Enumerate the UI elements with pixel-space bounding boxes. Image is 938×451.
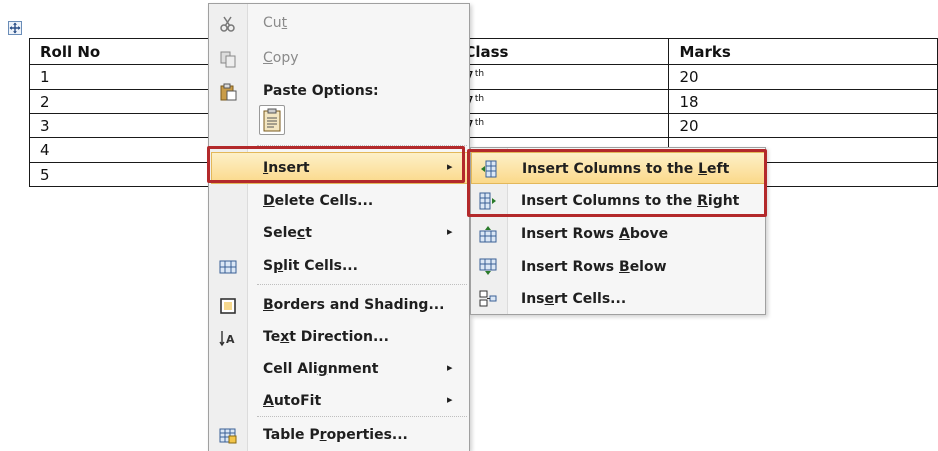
label-pre: Ins — [521, 291, 545, 307]
clipboard-icon — [263, 108, 281, 132]
label-pre: Cu — [263, 15, 282, 31]
label-pre: Insert Rows — [521, 226, 620, 242]
label-pre: Table P — [263, 427, 320, 443]
label-post: bove — [629, 226, 669, 242]
menu-item-split-cells[interactable]: Split Cells... — [209, 251, 469, 281]
access-key: g — [317, 361, 328, 377]
svg-text:A: A — [226, 333, 235, 346]
menu-item-text-direction[interactable]: A Text Direction... — [209, 322, 469, 352]
access-key: c — [296, 225, 306, 241]
insert-rows-below-icon — [479, 258, 497, 276]
menu-separator — [257, 416, 467, 417]
menu-item-borders-shading[interactable]: Borders and Shading... — [209, 290, 469, 320]
access-key: t — [281, 15, 288, 31]
label-pre: Sele — [263, 225, 297, 241]
submenu-arrow-icon: ▸ — [447, 225, 453, 238]
menu-item-delete-cells[interactable]: Delete Cells... — [209, 186, 469, 216]
table-header-row: Roll No Class Marks — [29, 38, 938, 65]
cell-marks[interactable]: 20 — [668, 113, 938, 138]
label-post: nment — [327, 361, 379, 377]
label-post: opy — [272, 50, 299, 66]
class-suffix: th — [474, 117, 485, 128]
access-key: x — [280, 329, 290, 345]
borders-icon — [219, 297, 237, 315]
copy-icon — [219, 50, 237, 68]
menu-item-copy[interactable]: Copy — [209, 43, 469, 73]
menu-item-insert-cells[interactable]: Insert Cells... — [471, 283, 765, 315]
label-post: t Direction... — [289, 329, 389, 345]
insert-rows-above-icon — [479, 225, 497, 243]
header-marks[interactable]: Marks — [668, 38, 938, 65]
class-suffix: th — [474, 69, 485, 79]
label-post: elete Cells... — [274, 193, 374, 209]
table-row: 3 7th 20 — [29, 113, 938, 138]
submenu-arrow-icon: ▸ — [447, 393, 453, 406]
label-post: rt Cells... — [554, 291, 627, 307]
cell-marks[interactable]: 20 — [668, 64, 938, 90]
label-pre: S — [263, 258, 274, 274]
cell-class[interactable]: 7th — [453, 113, 670, 138]
label-pre: Insert Rows — [521, 259, 620, 275]
move-arrows-icon — [9, 22, 21, 34]
label-pre: Te — [263, 329, 281, 345]
access-key: r — [319, 427, 327, 443]
paste-icon — [219, 83, 237, 101]
table-row: 1 7th 20 — [29, 64, 938, 90]
cell-roll[interactable]: 2 — [29, 89, 228, 114]
table-properties-icon — [219, 427, 237, 445]
annotation-box-insert — [207, 146, 465, 183]
table-move-handle[interactable] — [8, 21, 22, 35]
access-key: B — [619, 259, 630, 275]
cell-roll[interactable]: 5 — [29, 162, 228, 187]
class-suffix: th — [474, 93, 485, 104]
label-post: orders and Shading... — [273, 297, 445, 313]
menu-item-cell-alignment[interactable]: Cell Alignment ▸ — [209, 354, 469, 384]
cell-class[interactable]: 7th — [453, 64, 670, 90]
label-post: elow — [629, 259, 667, 275]
label-post: lit Cells... — [283, 258, 358, 274]
paste-options-label: Paste Options: — [263, 83, 379, 99]
access-key: e — [544, 291, 555, 307]
menu-separator — [257, 284, 467, 285]
context-menu: Cut Copy Paste Options: Insert ▸ Delete … — [208, 3, 470, 451]
label-pre: Cell Ali — [263, 361, 318, 377]
access-key: B — [263, 297, 274, 313]
annotation-box-insert-columns — [467, 149, 767, 217]
cell-roll[interactable]: 1 — [29, 64, 228, 90]
access-key: p — [273, 258, 284, 274]
submenu-arrow-icon: ▸ — [447, 361, 453, 374]
access-key: A — [619, 226, 630, 242]
paste-keep-source-button[interactable] — [259, 105, 285, 135]
cell-roll[interactable]: 3 — [29, 113, 228, 138]
menu-item-insert-rows-below[interactable]: Insert Rows Below — [471, 251, 765, 283]
menu-item-insert-rows-above[interactable]: Insert Rows Above — [471, 218, 765, 250]
menu-item-autofit[interactable]: AutoFit ▸ — [209, 386, 469, 416]
scissors-icon — [219, 15, 237, 33]
cell-class[interactable]: 7th — [453, 89, 670, 114]
header-roll-no[interactable]: Roll No — [29, 38, 228, 65]
menu-item-select[interactable]: Select ▸ — [209, 218, 469, 248]
access-key: D — [263, 193, 275, 209]
menu-item-cut[interactable]: Cut — [209, 8, 469, 38]
menu-item-table-properties[interactable]: Table Properties... — [209, 420, 469, 450]
insert-cells-icon — [479, 290, 497, 308]
cell-marks[interactable]: 18 — [668, 89, 938, 114]
table-row: 2 7th 18 — [29, 89, 938, 114]
menu-header-paste-options: Paste Options: — [209, 76, 469, 106]
access-key: C — [263, 50, 273, 66]
cell-roll[interactable]: 4 — [29, 137, 228, 163]
label-post: utoFit — [273, 393, 322, 409]
header-class[interactable]: Class — [453, 38, 670, 65]
text-direction-icon: A — [219, 329, 237, 347]
split-cells-icon — [219, 258, 237, 276]
label-post: operties... — [326, 427, 408, 443]
label-post: t — [305, 225, 312, 241]
access-key: A — [263, 393, 274, 409]
